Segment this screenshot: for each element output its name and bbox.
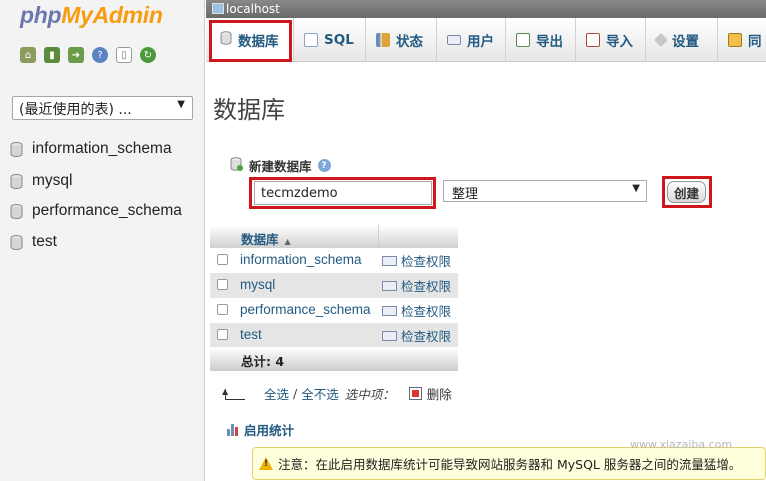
arrow-up-left-icon: ▲: [222, 387, 246, 401]
settings-icon: [653, 32, 669, 47]
row-checkbox[interactable]: [217, 329, 228, 340]
bar-chart-icon: [227, 423, 238, 436]
check-privileges-link[interactable]: 检查权限: [382, 276, 451, 295]
check-privileges-link[interactable]: 检查权限: [382, 326, 451, 345]
with-selected-label: 选中项：: [344, 387, 395, 402]
help-icon[interactable]: ?: [317, 159, 331, 172]
navigation-panel: phpMyAdmin ⌂ ▮ ➜ ? ▯ ↻ (最近使用的表) ... ▼ in…: [0, 0, 205, 481]
deselect-all-link[interactable]: 全不选: [301, 384, 339, 403]
tab-sync[interactable]: 同: [718, 18, 766, 61]
table-total-row: 总计: 4: [210, 347, 458, 371]
create-database-heading: 新建数据库 ?: [230, 156, 331, 175]
delete-button[interactable]: 删除: [408, 384, 452, 403]
enable-statistics-link[interactable]: 启用统计: [227, 420, 294, 439]
db-name-link[interactable]: performance_schema: [240, 302, 371, 317]
column-divider: [378, 225, 379, 250]
column-header-database[interactable]: 数据库 ▲: [241, 229, 291, 248]
database-icon: [10, 141, 23, 157]
copy-icon[interactable]: ▯: [116, 47, 132, 63]
privileges-icon: [382, 305, 397, 316]
tab-settings[interactable]: 设置: [646, 18, 718, 61]
page-title: 数据库: [213, 96, 285, 124]
server-breadcrumb: localhost: [206, 0, 766, 18]
docs-icon[interactable]: ?: [92, 47, 108, 63]
privileges-icon: [382, 255, 397, 266]
row-checkbox[interactable]: [217, 279, 228, 290]
tab-import[interactable]: 导入: [576, 18, 646, 61]
nav-db-test[interactable]: test: [10, 231, 57, 253]
db-name-link[interactable]: information_schema: [240, 252, 362, 267]
tab-status[interactable]: 状态: [366, 18, 437, 61]
select-all-link[interactable]: 全选: [264, 384, 289, 403]
row-checkbox[interactable]: [217, 254, 228, 265]
home-icon[interactable]: ⌂: [20, 47, 36, 63]
import-icon: [586, 32, 600, 47]
delete-icon: [408, 387, 422, 400]
sort-arrow-icon: ▲: [284, 237, 291, 246]
total-count: 总计: 4: [241, 354, 285, 369]
table-row: information_schema 检查权限: [210, 248, 458, 273]
server-name[interactable]: localhost: [226, 2, 280, 16]
reload-icon[interactable]: ↻: [140, 47, 156, 63]
nav-db-mysql[interactable]: mysql: [10, 170, 72, 192]
status-icon: [376, 32, 390, 47]
tab-export[interactable]: 导出: [506, 18, 576, 61]
highlight-databases-tab: [209, 20, 292, 62]
highlight-database-name: [249, 177, 436, 209]
collation-select[interactable]: 整理 ▼: [443, 180, 647, 202]
database-add-icon: [230, 156, 243, 175]
highlight-create-button: [662, 176, 712, 208]
nav-db-information-schema[interactable]: information_schema: [10, 138, 172, 160]
table-row: performance_schema 检查权限: [210, 298, 458, 323]
check-privileges-link[interactable]: 检查权限: [382, 301, 451, 320]
bulk-separator: /: [289, 386, 302, 401]
users-icon: [447, 34, 461, 45]
export-icon: [516, 32, 530, 47]
table-row: test 检查权限: [210, 323, 458, 348]
tab-users[interactable]: 用户: [437, 18, 506, 61]
database-icon: [10, 173, 23, 189]
row-checkbox[interactable]: [217, 304, 228, 315]
exit-icon[interactable]: ▮: [44, 47, 60, 63]
db-name-link[interactable]: mysql: [240, 277, 275, 292]
statistics-warning-notice: ! 注意：在此启用数据库统计可能导致网站服务器和 MySQL 服务器之间的流量猛…: [252, 447, 766, 480]
database-icon: [10, 203, 23, 219]
server-icon: [212, 3, 224, 14]
privileges-icon: [382, 330, 397, 341]
watermark: www.xiazaiba.com: [630, 438, 733, 451]
bulk-actions: ▲ 全选 / 全不选 选中项： 删除: [222, 384, 452, 403]
phpmyadmin-logo[interactable]: phpMyAdmin: [20, 2, 163, 29]
recent-tables-select[interactable]: (最近使用的表) ... ▼: [12, 96, 193, 120]
chevron-down-icon: ▼: [632, 183, 640, 194]
chevron-down-icon: ▼: [177, 99, 185, 110]
privileges-icon: [382, 280, 397, 291]
database-icon: [10, 234, 23, 250]
table-header: 数据库 ▲: [210, 225, 458, 250]
warning-icon: !: [259, 457, 273, 470]
check-privileges-link[interactable]: 检查权限: [382, 251, 451, 270]
nav-icon-bar: ⌂ ▮ ➜ ? ▯ ↻: [20, 47, 156, 63]
query-icon[interactable]: ➜: [68, 47, 84, 63]
db-name-link[interactable]: test: [240, 327, 262, 342]
tab-sql[interactable]: SQL: [294, 18, 366, 61]
sync-icon: [728, 32, 742, 47]
table-row: mysql 检查权限: [210, 273, 458, 298]
sql-icon: [304, 32, 318, 47]
nav-db-performance-schema[interactable]: performance_schema: [10, 200, 182, 222]
